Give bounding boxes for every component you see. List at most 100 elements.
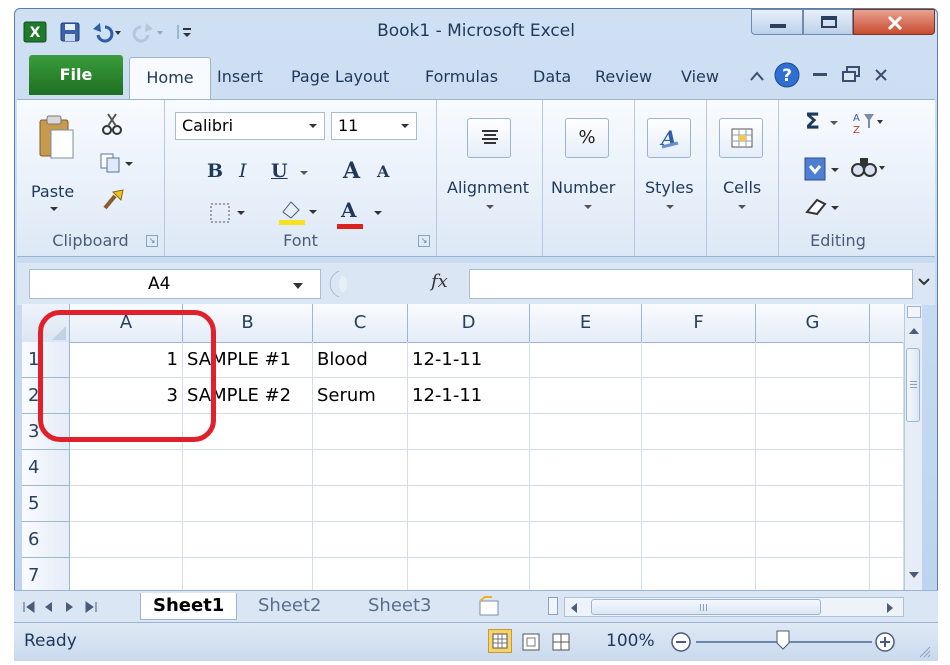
cells-dropdown-icon[interactable] [737,204,747,210]
tab-view[interactable]: View [681,67,719,86]
bold-button[interactable]: B [207,160,223,182]
scroll-right-icon[interactable] [885,602,895,614]
cell-d7[interactable] [408,558,530,590]
font-launcher-icon[interactable]: ↘ [418,235,430,247]
cell-e4[interactable] [530,450,642,486]
cell-h2[interactable] [870,378,904,414]
number-dropdown-icon[interactable] [583,204,593,210]
tab-split-icon[interactable] [548,597,558,615]
cell-e5[interactable] [530,486,642,522]
cell-g6[interactable] [756,522,870,558]
styles-label[interactable]: Styles [645,178,694,197]
cell-e3[interactable] [530,414,642,450]
cell-g1[interactable] [756,342,870,378]
copy-icon[interactable] [99,152,135,174]
workbook-minimize-icon[interactable] [813,73,827,76]
minimize-button[interactable] [751,9,803,35]
cell-c2[interactable]: Serum [313,378,408,414]
styles-button[interactable]: A [647,118,691,158]
workbook-restore-icon[interactable] [841,65,861,83]
sheet-tab-sheet3[interactable]: Sheet3 [356,593,444,619]
cell-g5[interactable] [756,486,870,522]
zoom-slider-thumb[interactable] [776,630,790,650]
cell-g7[interactable] [756,558,870,590]
font-color-button[interactable]: A [341,198,357,222]
font-size-dropdown-icon[interactable] [400,123,410,129]
cell-d4[interactable] [408,450,530,486]
column-header-h[interactable] [870,304,904,342]
paste-label[interactable]: Paste [31,182,74,201]
insert-worksheet-icon[interactable] [472,595,506,619]
row-header-4[interactable]: 4 [22,450,70,486]
tab-formulas[interactable]: Formulas [425,67,498,86]
find-select-icon[interactable] [851,154,887,180]
cell-h4[interactable] [870,450,904,486]
maximize-button[interactable] [803,9,853,35]
cell-g3[interactable] [756,414,870,450]
column-header-g[interactable]: G [756,304,870,342]
name-box-dropdown-icon[interactable] [292,282,304,290]
column-header-d[interactable]: D [408,304,530,342]
scroll-down-icon[interactable] [908,570,920,580]
autosum-button[interactable]: Σ [805,110,820,135]
cell-f1[interactable] [642,342,756,378]
grow-font-button[interactable]: A [343,158,360,184]
cells-button[interactable] [719,118,763,158]
insert-function-button[interactable]: fx [431,271,448,292]
name-box[interactable]: A4 [29,269,321,299]
help-icon[interactable]: ? [773,61,801,89]
cell-a7[interactable] [70,558,183,590]
cell-f4[interactable] [642,450,756,486]
cell-a6[interactable] [70,522,183,558]
scroll-left-icon[interactable] [569,602,579,614]
cell-f3[interactable] [642,414,756,450]
fill-icon[interactable] [803,156,843,182]
formula-bar-splitter-icon[interactable] [321,269,351,299]
cell-g4[interactable] [756,450,870,486]
cell-b4[interactable] [183,450,313,486]
font-size-combo[interactable]: 11 [331,112,417,140]
cell-f2[interactable] [642,378,756,414]
format-painter-icon[interactable] [101,188,127,212]
font-name-dropdown-icon[interactable] [308,123,318,129]
page-layout-view-icon[interactable] [522,633,540,651]
cell-e6[interactable] [530,522,642,558]
tab-home[interactable]: Home [129,57,211,99]
paste-dropdown-icon[interactable] [49,206,59,212]
cell-b5[interactable] [183,486,313,522]
alignment-label[interactable]: Alignment [447,178,529,197]
cell-f5[interactable] [642,486,756,522]
cell-e7[interactable] [530,558,642,590]
cell-c4[interactable] [313,450,408,486]
formula-input[interactable] [469,269,913,299]
underline-dropdown-icon[interactable] [299,170,309,176]
cell-a5[interactable] [70,486,183,522]
alignment-button[interactable] [467,118,511,158]
tab-data[interactable]: Data [533,67,571,86]
tab-insert[interactable]: Insert [217,67,263,86]
sheet-navigation-icons[interactable] [20,599,120,615]
minimize-ribbon-icon[interactable] [749,69,765,83]
resize-grip-icon[interactable] [918,645,932,659]
clear-icon[interactable] [803,196,843,218]
fill-color-icon[interactable] [277,198,321,226]
cell-e1[interactable] [530,342,642,378]
cell-c1[interactable]: Blood [313,342,408,378]
close-button[interactable] [853,9,935,35]
row-header-6[interactable]: 6 [22,522,70,558]
sort-filter-icon[interactable]: A Z [851,110,885,136]
cell-d1[interactable]: 12-1-11 [408,342,530,378]
cell-h1[interactable] [870,342,904,378]
autosum-dropdown-icon[interactable] [829,120,839,126]
cell-c7[interactable] [313,558,408,590]
number-button[interactable]: % [565,118,609,158]
row-header-7[interactable]: 7 [22,558,70,590]
tab-review[interactable]: Review [595,67,652,86]
row-header-5[interactable]: 5 [22,486,70,522]
borders-icon[interactable] [209,202,253,224]
horizontal-scrollbar[interactable] [564,597,904,617]
clipboard-launcher-icon[interactable]: ↘ [146,235,158,247]
horizontal-scroll-thumb[interactable] [591,599,821,615]
cut-icon[interactable] [101,112,123,136]
column-header-c[interactable]: C [313,304,408,342]
